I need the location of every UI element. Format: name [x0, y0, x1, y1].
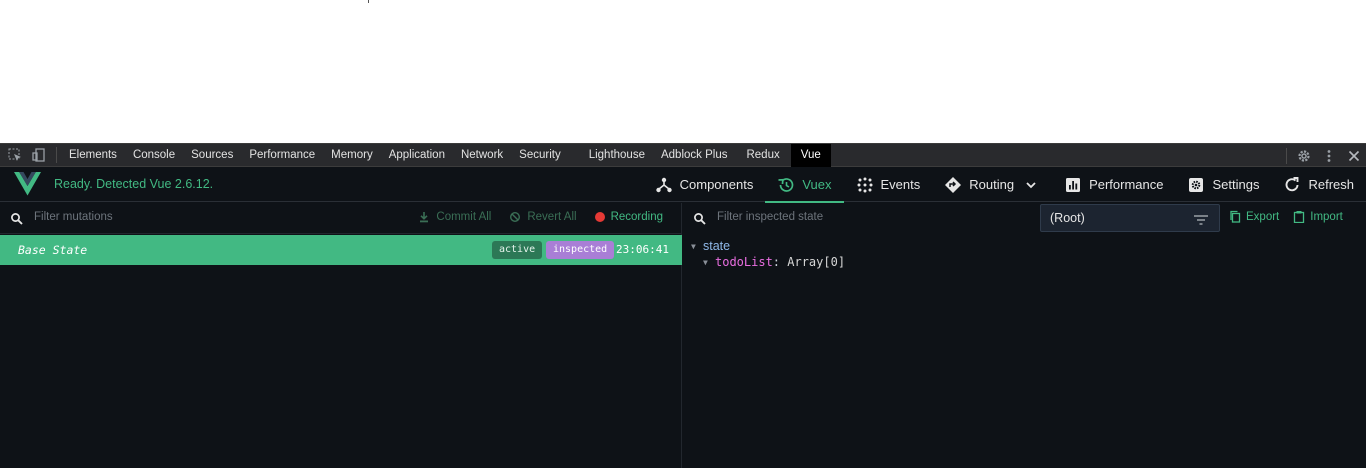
inspector-toolbar: Filter inspected state (Root) Export Imp…: [683, 203, 1366, 234]
mutation-actions: Commit All Revert All Recording: [418, 211, 663, 223]
import-button[interactable]: Import: [1293, 210, 1343, 223]
tab-performance[interactable]: Performance: [241, 144, 323, 167]
devtools-panel: Elements Console Sources Performance Mem…: [0, 143, 1366, 468]
mutation-timestamp: 23:06:41: [616, 243, 669, 256]
nav-performance[interactable]: Performance: [1052, 167, 1175, 202]
filter-list-icon: [1193, 212, 1209, 226]
nav-performance-label: Performance: [1089, 177, 1164, 192]
refresh-icon: [1283, 176, 1301, 194]
filter-mutations-input[interactable]: Filter mutations: [34, 211, 113, 223]
tab-console[interactable]: Console: [125, 144, 183, 167]
tab-security[interactable]: Security: [511, 144, 569, 167]
revert-all-button[interactable]: Revert All: [509, 211, 577, 223]
inspect-element-icon[interactable]: [3, 144, 27, 167]
nav-routing-label: Routing: [969, 177, 1015, 192]
directions-icon: [944, 176, 962, 194]
inspector-actions: Export Import: [1229, 210, 1343, 223]
nav-settings-label: Settings: [1212, 177, 1260, 192]
mutation-name: Base State: [18, 243, 88, 257]
nav-events[interactable]: Events: [844, 167, 933, 202]
revert-all-label: Revert All: [527, 211, 577, 223]
devtools-tabbar: Elements Console Sources Performance Mem…: [0, 143, 1366, 167]
search-icon: [693, 211, 707, 225]
tab-sources[interactable]: Sources: [183, 144, 241, 167]
more-options-icon[interactable]: [1316, 144, 1341, 167]
download-icon: [420, 212, 429, 223]
tab-network[interactable]: Network: [453, 144, 511, 167]
events-icon: [856, 176, 874, 194]
vue-logo-icon: [14, 172, 41, 196]
tab-adblock-plus[interactable]: Adblock Plus: [653, 144, 735, 167]
text-cursor: [368, 0, 369, 3]
tree-key: todoList: [715, 255, 773, 269]
export-label: Export: [1246, 210, 1280, 223]
nav-vuex-label: Vuex: [802, 177, 832, 192]
vue-detected-status: Ready. Detected Vue 2.6.12.: [54, 177, 214, 191]
commit-all-button[interactable]: Commit All: [418, 211, 491, 223]
state-inspector-pane: Filter inspected state (Root) Export Imp…: [683, 203, 1366, 468]
tab-elements[interactable]: Elements: [61, 144, 125, 167]
status-badge-active: active: [492, 241, 543, 259]
tab-vue[interactable]: Vue: [790, 143, 831, 167]
tree-value: Array[0]: [787, 255, 846, 269]
search-icon: [10, 211, 24, 225]
list-item[interactable]: Base State active inspected 23:06:41: [0, 235, 682, 265]
tab-memory[interactable]: Memory: [323, 144, 381, 167]
device-toolbar-icon[interactable]: [27, 144, 51, 167]
nav-components[interactable]: Components: [643, 167, 766, 202]
settings-icon: [1187, 176, 1205, 194]
nav-vuex[interactable]: Vuex: [765, 167, 844, 203]
triangle-down-icon: ▼: [691, 241, 696, 251]
bar-chart-icon: [1064, 176, 1082, 194]
module-select-value: (Root): [1050, 211, 1085, 225]
components-icon: [655, 176, 673, 194]
vue-nav: Components Vuex Events Routing Performan…: [643, 167, 1366, 203]
nav-routing[interactable]: Routing: [932, 167, 1052, 202]
module-select[interactable]: (Root): [1040, 204, 1220, 232]
nav-settings[interactable]: Settings: [1175, 167, 1271, 202]
nav-refresh[interactable]: Refresh: [1271, 167, 1366, 202]
commit-all-label: Commit All: [436, 211, 492, 223]
tree-colon: :: [772, 255, 788, 269]
nav-events-label: Events: [880, 177, 921, 192]
mutations-toolbar: Filter mutations Commit All Revert All R…: [0, 203, 681, 234]
controls-divider: [1286, 147, 1287, 164]
vue-toolbar: Ready. Detected Vue 2.6.12. Components V…: [0, 167, 1366, 203]
triangle-down-icon: ▼: [703, 257, 708, 267]
filter-state-input[interactable]: Filter inspected state: [717, 211, 823, 223]
record-dot-icon: [594, 212, 605, 222]
tree-node-label: state: [703, 239, 731, 253]
devtools-window-controls: [1286, 144, 1366, 167]
export-button[interactable]: Export: [1229, 210, 1279, 223]
copy-icon: [1230, 210, 1241, 223]
chevron-down-icon: [1022, 176, 1040, 194]
block-icon: [510, 211, 521, 223]
nav-components-label: Components: [679, 177, 754, 192]
import-label: Import: [1310, 210, 1343, 223]
state-tree: ▼ state ▼ todoList : Array[0]: [691, 238, 845, 270]
history-icon: [777, 176, 795, 194]
page-viewport: [0, 0, 1366, 143]
tree-node-todolist[interactable]: ▼ todoList : Array[0]: [691, 254, 845, 270]
recording-label: Recording: [610, 211, 663, 223]
nav-refresh-label: Refresh: [1308, 177, 1354, 192]
tab-application[interactable]: Application: [381, 144, 453, 167]
tab-redux[interactable]: Redux: [735, 144, 790, 167]
tabbar-divider: [56, 147, 57, 163]
clipboard-icon: [1294, 211, 1305, 223]
mutations-pane: Filter mutations Commit All Revert All R…: [0, 203, 682, 468]
recording-toggle[interactable]: Recording: [594, 211, 663, 223]
close-icon[interactable]: [1341, 144, 1366, 167]
tree-node-state[interactable]: ▼ state: [691, 238, 845, 254]
gear-icon[interactable]: [1291, 144, 1316, 167]
status-badge-inspected: inspected: [546, 241, 615, 259]
tab-lighthouse[interactable]: Lighthouse: [569, 144, 653, 167]
